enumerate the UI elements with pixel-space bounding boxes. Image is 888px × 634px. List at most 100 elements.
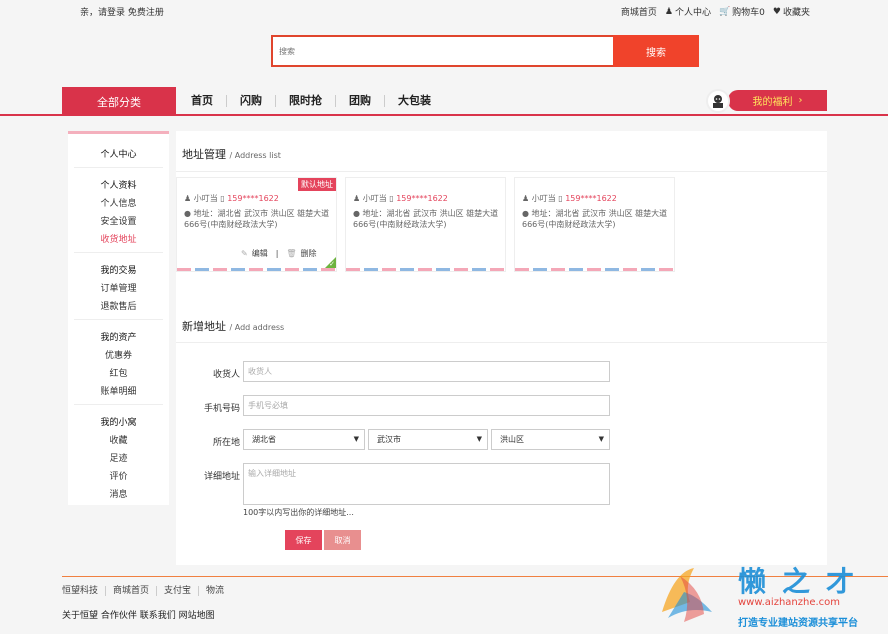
sidebar-divider xyxy=(74,167,163,168)
all-categories-button[interactable]: 全部分类 xyxy=(62,87,176,116)
phone-icon: ▯ xyxy=(389,194,394,203)
action-separator: | xyxy=(275,249,279,258)
district-select[interactable]: 洪山区 ▼ xyxy=(491,429,610,450)
caret-down-icon: ▼ xyxy=(353,435,359,443)
detail-hint: 100字以内写出你的详细地址... xyxy=(243,508,354,517)
district-value: 洪山区 xyxy=(500,435,524,444)
section-divider xyxy=(176,171,827,172)
province-select[interactable]: 湖北省 ▼ xyxy=(243,429,365,450)
sidebar-item-refunds[interactable]: 退款售后 xyxy=(68,299,169,312)
receiver-label: 收货人 xyxy=(212,370,240,380)
address-phone: 159****1622 xyxy=(396,194,448,203)
location-icon: ● xyxy=(353,209,360,218)
address-phone: 159****1622 xyxy=(227,194,279,203)
sidebar-item-bills[interactable]: 账单明细 xyxy=(68,384,169,397)
watermark-logo-icon xyxy=(662,568,712,622)
address-card[interactable]: ♟ 小叮当 ▯ 159****1622 ● 地址：湖北省 武汉市 洪山区 雄楚大… xyxy=(345,177,506,272)
check-icon: ✓ xyxy=(329,260,335,268)
sidebar-divider xyxy=(74,404,163,405)
phone-icon: ▯ xyxy=(220,194,225,203)
user-sidebar: 个人中心 个人资料 个人信息 安全设置 收货地址 我的交易 订单管理 退款售后 … xyxy=(68,131,169,505)
new-address-heading: 新增地址 / Add address xyxy=(182,318,284,334)
sidebar-item-redpacket[interactable]: 红包 xyxy=(68,366,169,379)
sidebar-group-assets: 我的资产 xyxy=(100,333,137,343)
caret-down-icon: ▼ xyxy=(476,435,482,443)
sidebar-item-info[interactable]: 个人信息 xyxy=(68,196,169,209)
edit-icon: ✎ xyxy=(241,249,248,258)
sidebar-group-nest: 我的小窝 xyxy=(100,418,137,428)
user-icon: ♟ xyxy=(522,194,530,203)
caret-down-icon: ▼ xyxy=(598,435,604,443)
sidebar-item-footprints[interactable]: 足迹 xyxy=(68,451,169,464)
detail-label: 详细地址 xyxy=(203,472,240,482)
address-text: ● 地址：湖北省 武汉市 洪山区 雄楚大道666号(中南财经政法大学) xyxy=(353,208,503,230)
nav-link-home[interactable]: 首页 xyxy=(191,95,226,107)
main-nav-links: 首页 闪购 限时抢 团购 大包装 xyxy=(191,95,444,107)
address-list-heading: 地址管理 / Address list xyxy=(182,146,281,162)
phone-input[interactable]: 手机号必填 xyxy=(243,395,610,416)
address-name: 小叮当 xyxy=(362,194,387,203)
top-link-user-center-label: 个人中心 xyxy=(674,8,711,18)
sidebar-item-reviews[interactable]: 评价 xyxy=(68,469,169,482)
phone-label: 手机号码 xyxy=(203,404,240,414)
top-link-cart-label: 购物车0 xyxy=(732,8,765,18)
address-contact: ♟ 小叮当 ▯ 159****1622 xyxy=(184,193,279,204)
top-link-favorites-label: 收藏夹 xyxy=(782,8,810,18)
city-value: 武汉市 xyxy=(377,435,401,444)
main-panel: 地址管理 / Address list 默认地址 ♟ 小叮当 ▯ 159****… xyxy=(176,131,827,565)
province-value: 湖北省 xyxy=(252,435,276,444)
address-card-default[interactable]: 默认地址 ♟ 小叮当 ▯ 159****1622 ● 地址：湖北省 武汉市 洪山… xyxy=(176,177,337,272)
footer-link-company[interactable]: 恒望科技 xyxy=(62,586,105,596)
sidebar-item-favorites[interactable]: 收藏 xyxy=(68,433,169,446)
footer-link-alipay[interactable]: 支付宝 xyxy=(156,586,198,596)
top-link-favorites[interactable]: ♥ 收藏夹 xyxy=(772,5,810,19)
sidebar-item-messages[interactable]: 消息 xyxy=(68,487,169,500)
user-icon: ♟ xyxy=(184,194,192,203)
address-card[interactable]: ♟ 小叮当 ▯ 159****1622 ● 地址：湖北省 武汉市 洪山区 雄楚大… xyxy=(514,177,675,272)
avatar-icon xyxy=(713,95,723,108)
address-text: ● 地址：湖北省 武汉市 洪山区 雄楚大道666号(中南财经政法大学) xyxy=(522,208,672,230)
my-welfare-button[interactable]: 我的福利 › xyxy=(728,90,827,111)
sidebar-item-orders[interactable]: 订单管理 xyxy=(68,281,169,294)
address-phone: 159****1622 xyxy=(565,194,617,203)
receiver-input[interactable]: 收货人 xyxy=(243,361,610,382)
avatar[interactable] xyxy=(706,89,730,113)
footer-link-logistics[interactable]: 物流 xyxy=(198,586,231,596)
login-register-text[interactable]: 亲，请登录 免费注册 xyxy=(80,5,164,18)
sidebar-item-coupons[interactable]: 优惠券 xyxy=(68,348,169,361)
sidebar-group-profile: 个人资料 xyxy=(100,181,137,191)
address-label: 地址： xyxy=(362,209,387,218)
watermark-url: www.aizhanzhe.com xyxy=(738,597,841,608)
city-select[interactable]: 武汉市 ▼ xyxy=(368,429,488,450)
nav-link-group[interactable]: 团购 xyxy=(335,95,384,107)
search-button[interactable]: 搜索 xyxy=(613,35,699,67)
footer-link-home[interactable]: 商城首页 xyxy=(105,586,156,596)
welfare-label: 我的福利 xyxy=(752,97,793,108)
search-input[interactable] xyxy=(271,35,613,67)
nav-link-limited[interactable]: 限时抢 xyxy=(275,95,335,107)
address-name: 小叮当 xyxy=(531,194,556,203)
edit-button[interactable]: 编辑 xyxy=(252,248,268,259)
top-nav: 商城首页 ♟ 个人中心 🛒 购物车0 ♥ 收藏夹 xyxy=(621,5,810,19)
top-link-cart[interactable]: 🛒 购物车0 xyxy=(718,5,765,19)
address-contact: ♟ 小叮当 ▯ 159****1622 xyxy=(522,193,617,204)
nav-link-bulk[interactable]: 大包装 xyxy=(384,95,444,107)
footer-bottom-links[interactable]: 关于恒望 合作伙伴 联系我们 网站地图 xyxy=(62,608,215,621)
sidebar-item-security[interactable]: 安全设置 xyxy=(68,214,169,227)
region-label: 所在地 xyxy=(212,438,240,448)
top-link-home[interactable]: 商城首页 xyxy=(621,5,657,18)
sidebar-title[interactable]: 个人中心 xyxy=(68,147,169,160)
nav-link-flash[interactable]: 闪购 xyxy=(226,95,275,107)
default-address-badge: 默认地址 xyxy=(298,178,336,191)
sidebar-item-address[interactable]: 收货地址 xyxy=(68,232,169,245)
location-icon: ● xyxy=(184,209,191,218)
address-contact: ♟ 小叮当 ▯ 159****1622 xyxy=(353,193,448,204)
cancel-button[interactable]: 取消 xyxy=(324,530,361,550)
save-button[interactable]: 保存 xyxy=(285,530,322,550)
top-link-user-center[interactable]: ♟ 个人中心 xyxy=(665,5,711,19)
cart-icon: 🛒 xyxy=(718,6,731,17)
heart-icon: ♥ xyxy=(772,6,781,17)
detail-textarea[interactable]: 输入详细地址 xyxy=(243,463,610,505)
delete-button[interactable]: 删除 xyxy=(301,248,317,259)
sidebar-divider xyxy=(74,252,163,253)
